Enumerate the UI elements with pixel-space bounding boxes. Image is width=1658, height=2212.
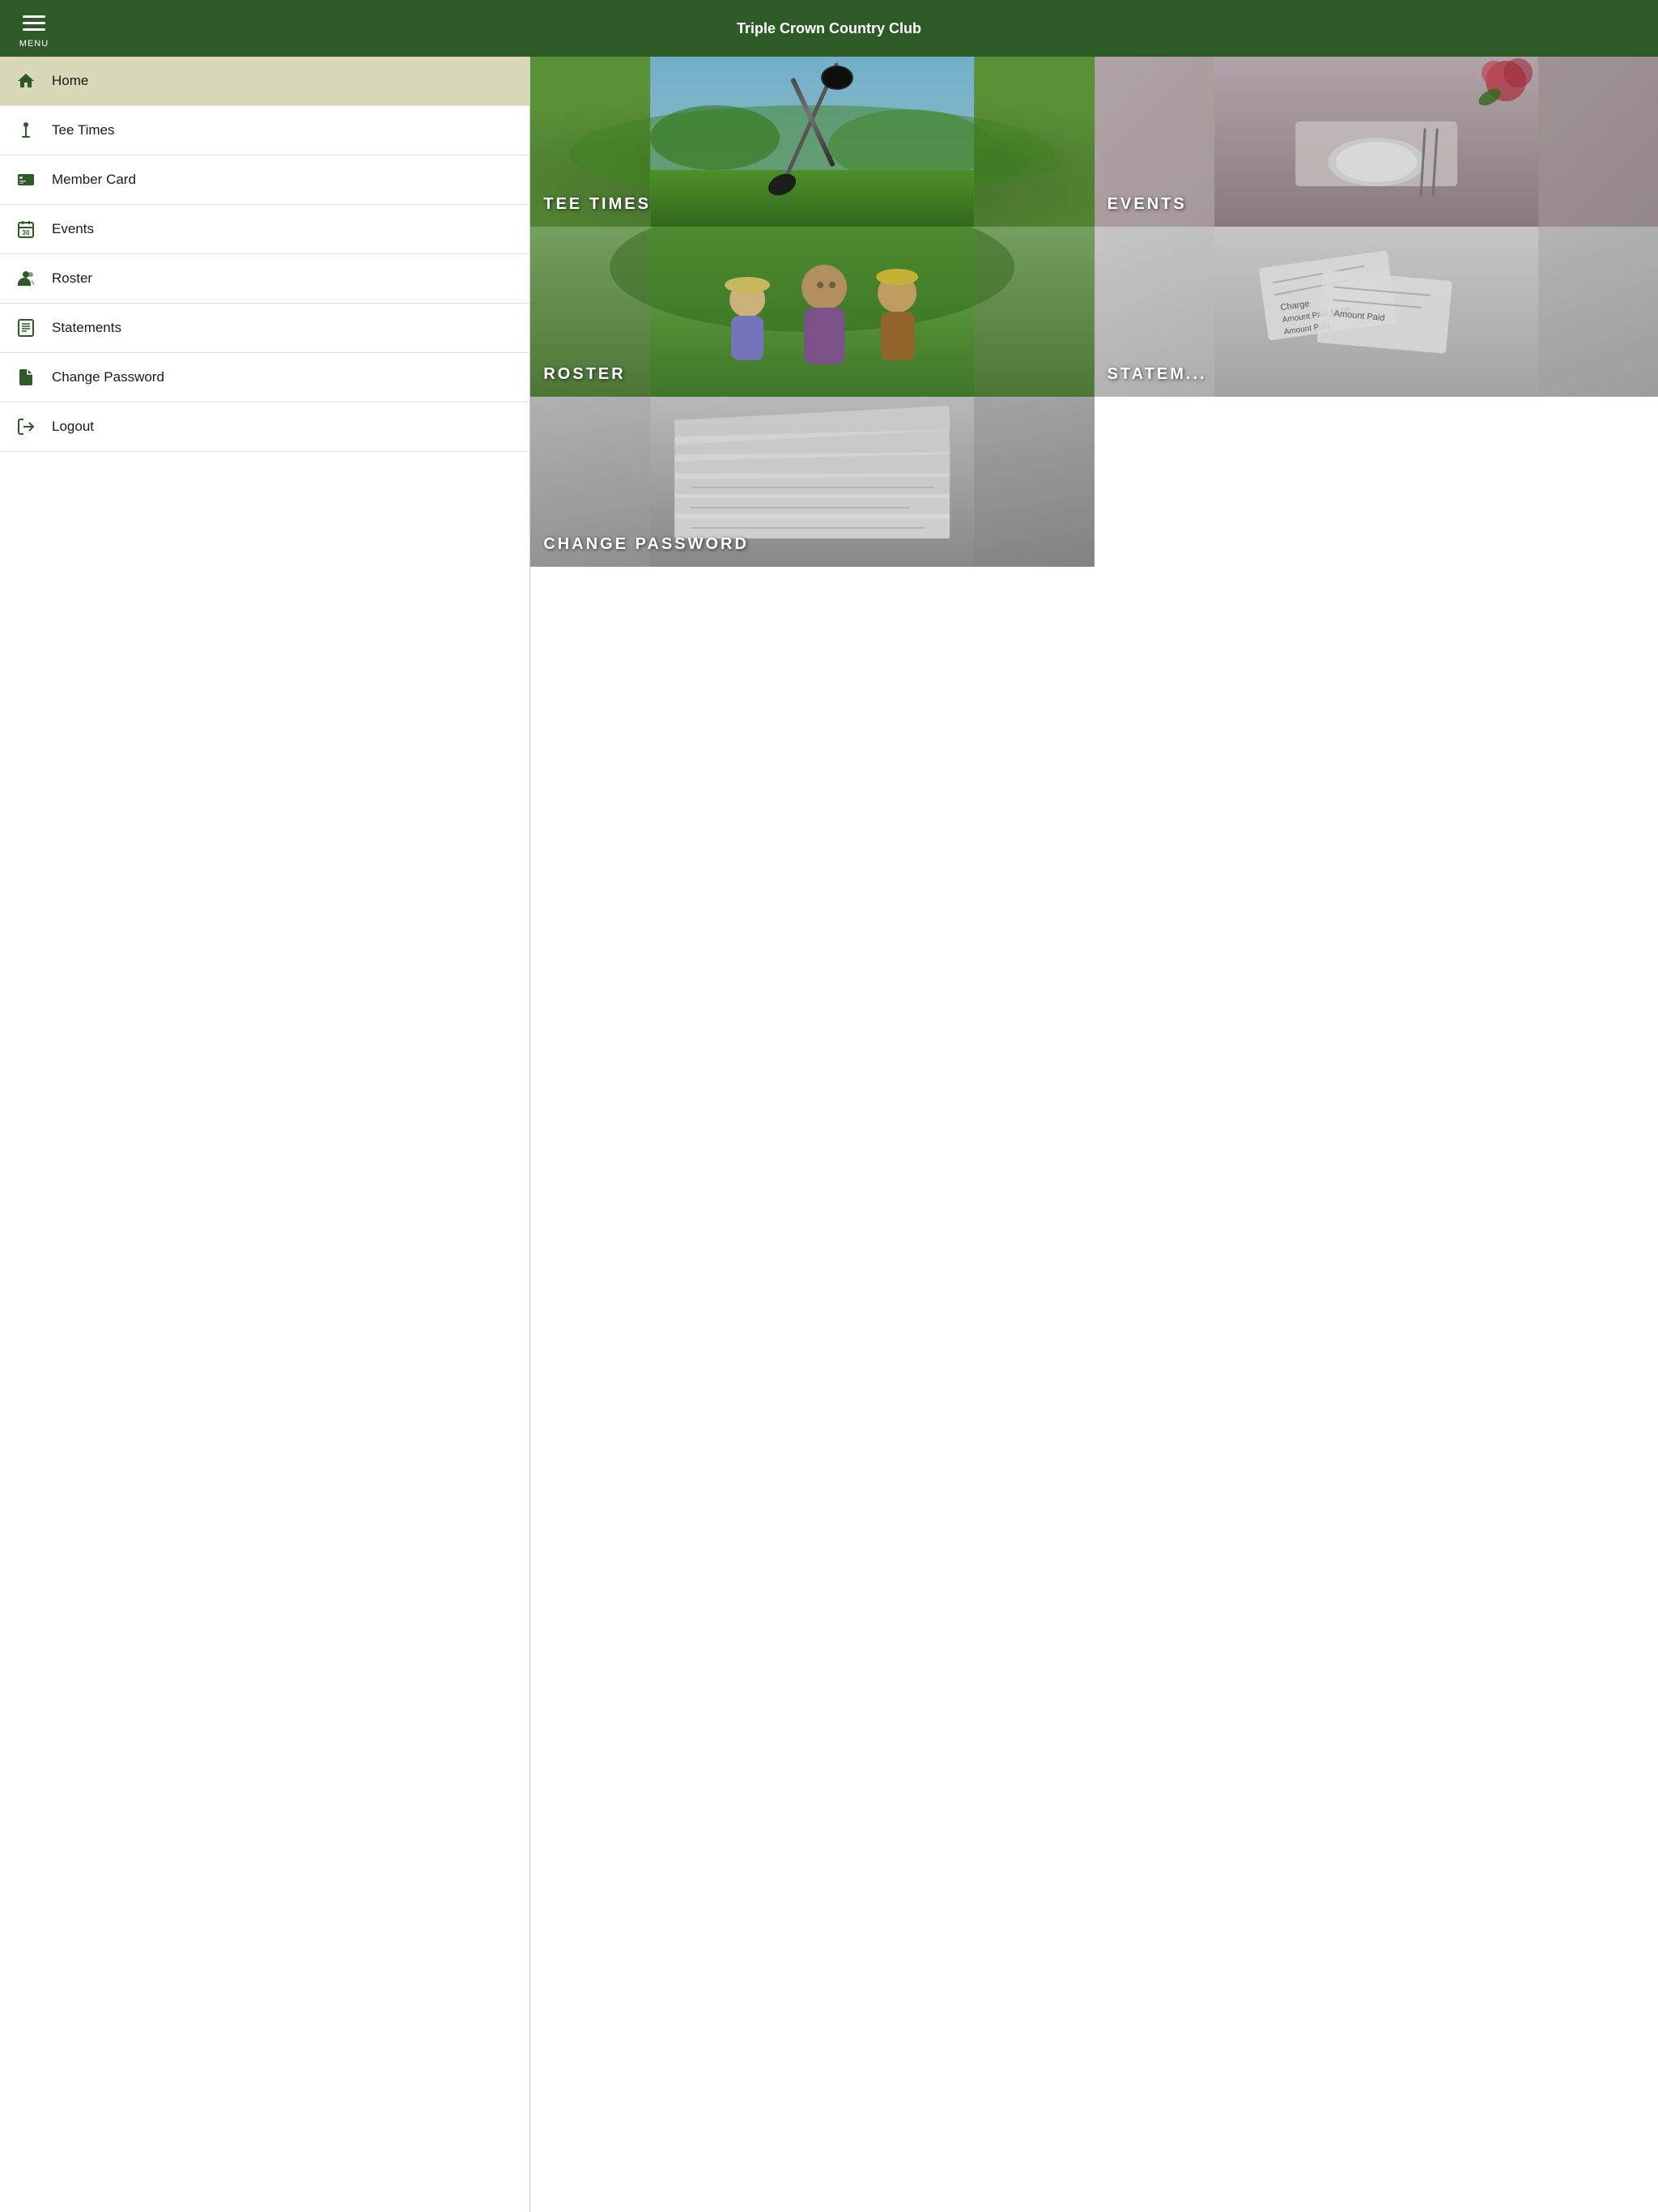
sidebar: Home Tee Times Member Car	[0, 57, 530, 2212]
tile-roster-label: ROSTER	[543, 365, 625, 384]
sidebar-label-tee-times: Tee Times	[52, 122, 114, 138]
tile-tee-times[interactable]: TEE TIMES	[530, 57, 1094, 227]
sidebar-label-home: Home	[52, 73, 88, 89]
main-layout: Home Tee Times Member Car	[0, 57, 1658, 2212]
logout-icon	[16, 417, 39, 436]
sidebar-item-events[interactable]: 30 Events	[0, 205, 529, 254]
tile-tee-times-label: TEE TIMES	[543, 195, 651, 214]
sidebar-label-statements: Statements	[52, 320, 121, 336]
sidebar-item-member-card[interactable]: Member Card	[0, 155, 529, 205]
change-password-icon	[16, 368, 39, 387]
tile-statements-label: STATEM...	[1107, 365, 1207, 384]
tile-change-password-label: CHANGE PASSWORD	[543, 535, 749, 554]
tee-times-icon	[16, 121, 39, 140]
tile-change-password[interactable]: CHANGE PASSWORD	[530, 397, 1094, 567]
menu-label: MENU	[19, 39, 49, 49]
home-icon	[16, 71, 39, 91]
statements-icon	[16, 318, 39, 338]
member-card-icon	[16, 170, 39, 189]
roster-icon	[16, 269, 39, 288]
sidebar-item-roster[interactable]: Roster	[0, 254, 529, 304]
sidebar-label-events: Events	[52, 221, 94, 237]
tiles-grid: TEE TIMES	[530, 57, 1658, 567]
sidebar-label-change-password: Change Password	[52, 369, 164, 385]
sidebar-label-logout: Logout	[52, 419, 94, 435]
tile-roster[interactable]: ROSTER	[530, 227, 1094, 397]
sidebar-label-roster: Roster	[52, 270, 92, 287]
tile-events-label: EVENTS	[1107, 195, 1187, 214]
svg-text:30: 30	[23, 229, 30, 236]
tile-statements[interactable]: Charge Amount Paid $0.00 Amount Paid Amo…	[1095, 227, 1658, 397]
content-area: TEE TIMES	[530, 57, 1658, 2212]
events-icon: 30	[16, 219, 39, 239]
sidebar-item-logout[interactable]: Logout	[0, 402, 529, 452]
sidebar-item-change-password[interactable]: Change Password	[0, 353, 529, 402]
sidebar-item-tee-times[interactable]: Tee Times	[0, 106, 529, 155]
app-header: MENU Triple Crown Country Club	[0, 0, 1658, 57]
sidebar-label-member-card: Member Card	[52, 172, 136, 188]
app-title: Triple Crown Country Club	[737, 20, 921, 37]
hamburger-icon	[16, 9, 52, 37]
menu-button[interactable]: MENU	[16, 9, 52, 49]
sidebar-item-statements[interactable]: Statements	[0, 304, 529, 353]
tile-events[interactable]: EVENTS	[1095, 57, 1658, 227]
sidebar-item-home[interactable]: Home	[0, 57, 529, 106]
